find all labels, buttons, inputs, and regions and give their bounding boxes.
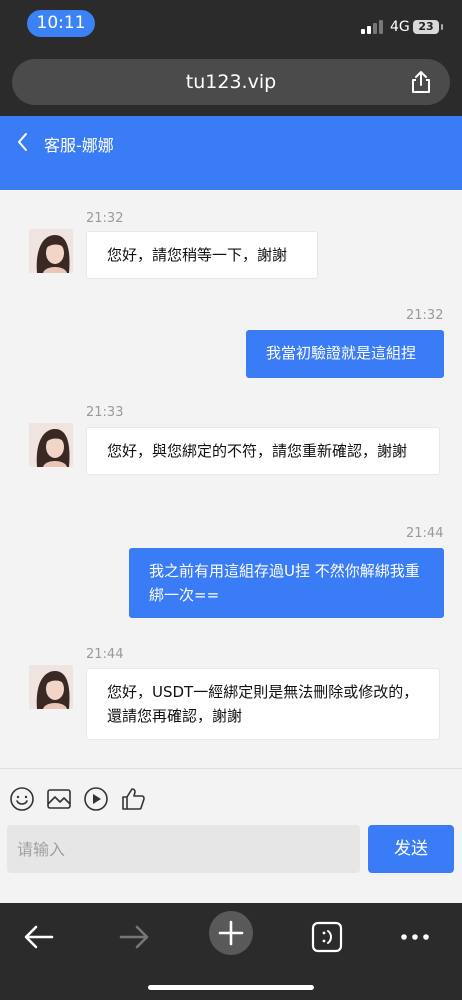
message-timestamp: 21:32 [86, 211, 124, 226]
message-timestamp: 21:33 [86, 405, 124, 420]
new-tab-icon[interactable] [208, 910, 254, 956]
message-list[interactable]: 21:32 您好，請您稍等一下，謝謝 21:32 我當初驗證就是這組捏 21:3… [0, 190, 462, 768]
composer: 发送 [0, 768, 462, 904]
agent-avatar[interactable] [29, 423, 73, 467]
image-icon[interactable] [46, 786, 72, 812]
send-button[interactable]: 发送 [368, 825, 454, 873]
url-text[interactable]: tu123.vip [12, 71, 450, 93]
browser-toolbar [0, 903, 462, 1000]
message-timestamp: 21:32 [406, 308, 444, 323]
more-icon[interactable] [395, 917, 435, 957]
message-timestamp: 21:44 [86, 647, 124, 662]
incoming-message-bubble: 您好，請您稍等一下，謝謝 [86, 231, 318, 279]
browser-url-area: tu123.vip [0, 50, 462, 116]
share-icon[interactable] [408, 69, 434, 95]
status-bar: 10:11 4G 23 [0, 0, 462, 50]
back-chevron-icon[interactable] [14, 130, 30, 154]
back-arrow-icon[interactable] [19, 917, 59, 957]
chat-title: 客服-娜娜 [44, 136, 114, 155]
chat-header: 客服-娜娜 [0, 116, 462, 190]
status-time: 10:11 [27, 10, 95, 37]
video-icon[interactable] [83, 786, 109, 812]
thumbs-up-icon[interactable] [120, 786, 146, 812]
battery-nub [441, 24, 443, 30]
network-type: 4G [390, 19, 410, 35]
url-bar[interactable]: tu123.vip [12, 59, 450, 105]
incoming-message-bubble: 您好，USDT一經綁定則是無法刪除或修改的，還請您再確認，謝謝 [86, 668, 440, 740]
incoming-message-bubble: 您好，與您綁定的不符，請您重新確認，謝謝 [86, 427, 440, 475]
tabs-icon[interactable] [307, 917, 347, 957]
agent-avatar[interactable] [29, 229, 73, 273]
forward-arrow-icon[interactable] [114, 917, 154, 957]
message-input[interactable] [7, 825, 360, 873]
battery-icon: 23 [413, 20, 439, 34]
smiley-icon[interactable] [9, 786, 35, 812]
agent-avatar[interactable] [29, 665, 73, 709]
outgoing-message-bubble: 我當初驗證就是這組捏 [246, 330, 444, 378]
signal-icon [361, 20, 385, 34]
outgoing-message-bubble: 我之前有用這組存過U捏 不然你解綁我重綁一次== [129, 548, 444, 618]
message-timestamp: 21:44 [406, 526, 444, 541]
home-indicator[interactable] [148, 985, 314, 990]
